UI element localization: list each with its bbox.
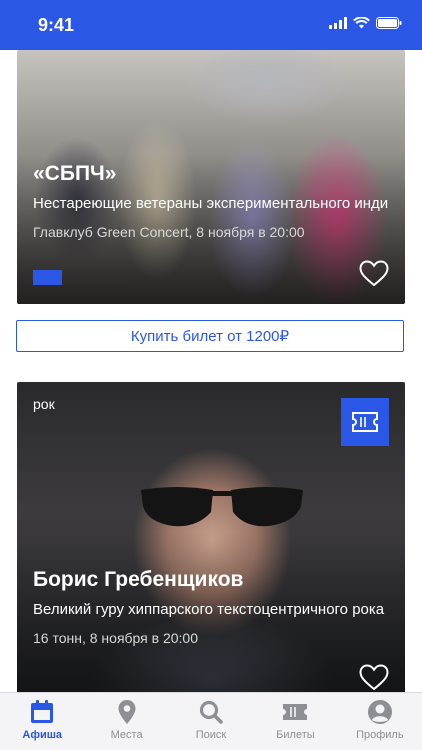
ticket-badge[interactable] <box>341 398 389 446</box>
tab-places[interactable]: Места <box>84 693 168 750</box>
buy-ticket-button[interactable]: Купить билет от 1200₽ <box>16 320 404 352</box>
event-card-grebenshchikov[interactable]: рок Борис Гребенщиков Великий гуру хиппа… <box>17 382 405 702</box>
event-title: «СБПЧ» <box>33 162 117 185</box>
tab-profile[interactable]: Профиль <box>338 693 422 750</box>
tab-search[interactable]: Поиск <box>169 693 253 750</box>
tab-tickets[interactable]: Билеты <box>253 693 337 750</box>
status-icons <box>329 17 402 29</box>
favorite-heart-icon[interactable] <box>359 664 389 691</box>
favorite-heart-icon[interactable] <box>359 260 389 287</box>
tab-label: Места <box>110 729 143 741</box>
calendar-icon <box>31 700 54 723</box>
event-title: Борис Гребенщиков <box>33 568 244 591</box>
event-meta: 16 тонн, 8 ноября в 20:00 <box>33 630 198 646</box>
ticket-icon <box>352 412 378 432</box>
tab-label: Профиль <box>356 729 404 741</box>
search-icon <box>199 700 223 724</box>
tab-label: Афиша <box>22 729 63 741</box>
battery-icon <box>376 17 402 29</box>
event-text: «СБПЧ» Нестареющие ветераны эксперимента… <box>33 162 389 240</box>
signal-icon <box>329 17 347 29</box>
event-meta: Главклуб Green Concert, 8 ноября в 20:00 <box>33 224 305 240</box>
tab-label: Поиск <box>195 729 227 741</box>
wifi-icon <box>353 17 370 29</box>
sunglasses-image <box>141 487 303 527</box>
event-description: Нестареющие ветераны экспериментального … <box>33 195 389 212</box>
event-genre: рок <box>33 396 55 412</box>
status-time: 9:41 <box>38 15 75 35</box>
event-badge <box>33 270 62 285</box>
tab-label: Билеты <box>276 729 315 741</box>
status-bar: 9:41 <box>0 0 422 50</box>
event-card-sbpch[interactable]: «СБПЧ» Нестареющие ветераны эксперимента… <box>17 50 405 304</box>
event-text: Борис Гребенщиков Великий гуру хиппарско… <box>33 568 389 646</box>
profile-icon <box>367 700 392 724</box>
ticket-icon <box>283 704 308 720</box>
event-description: Великий гуру хиппарского текстоцентрично… <box>33 601 385 618</box>
map-pin-icon <box>118 700 136 724</box>
tab-bar: Афиша Места Поиск Билеты Профиль <box>0 692 422 750</box>
tab-afisha[interactable]: Афиша <box>0 693 84 750</box>
